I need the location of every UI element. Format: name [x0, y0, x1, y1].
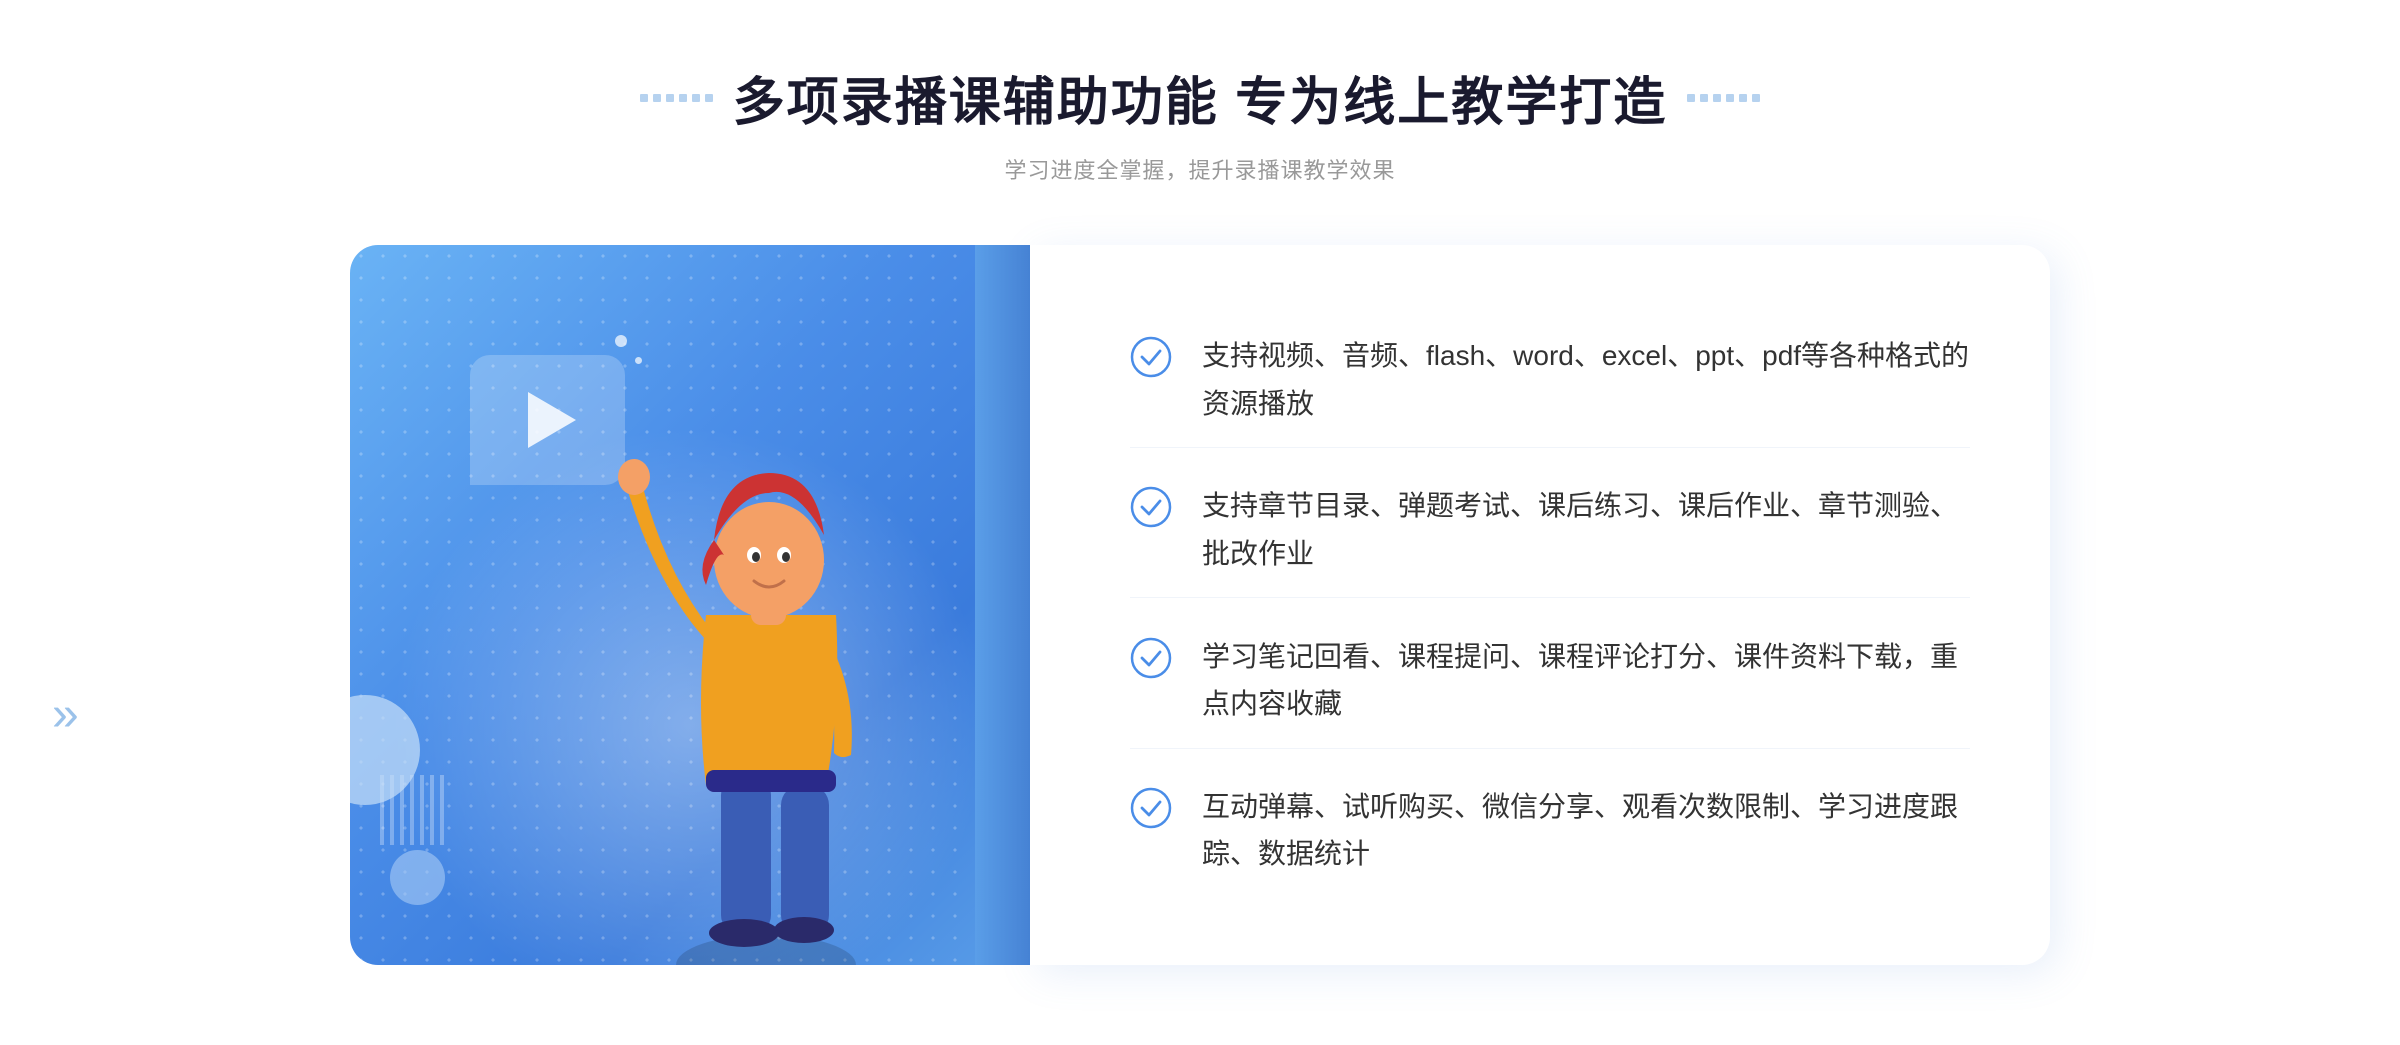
- check-icon-2: [1130, 486, 1172, 528]
- person-figure: [576, 385, 956, 965]
- feature-text-3: 学习笔记回看、课程提问、课程评论打分、课件资料下载，重点内容收藏: [1202, 633, 1970, 728]
- feature-item-3: 学习笔记回看、课程提问、课程评论打分、课件资料下载，重点内容收藏: [1130, 613, 1970, 749]
- check-icon-3: [1130, 637, 1172, 679]
- play-icon: [528, 392, 576, 448]
- bridge-piece: [975, 245, 1030, 965]
- title-dots-left: [640, 94, 713, 102]
- title-row: 多项录播课辅助功能 专为线上教学打造: [640, 60, 1760, 135]
- feature-text-1: 支持视频、音频、flash、word、excel、ppt、pdf等各种格式的资源…: [1202, 332, 1970, 427]
- feature-item-2: 支持章节目录、弹题考试、课后练习、课后作业、章节测验、批改作业: [1130, 462, 1970, 598]
- check-icon-4: [1130, 787, 1172, 829]
- page-subtitle: 学习进度全掌握，提升录播课教学效果: [1004, 153, 1395, 185]
- outer-chevron-icon: »: [52, 687, 79, 742]
- blue-circle-xs: [390, 850, 445, 905]
- page-wrapper: 多项录播课辅助功能 专为线上教学打造 学习进度全掌握，提升录播课教学效果: [0, 0, 2400, 1045]
- page-title: 多项录播课辅助功能 专为线上教学打造: [733, 60, 1667, 135]
- illustration-panel: [350, 245, 1030, 965]
- content-area: 支持视频、音频、flash、word、excel、ppt、pdf等各种格式的资源…: [350, 245, 2050, 965]
- title-dots-right: [1687, 94, 1760, 102]
- check-icon-1: [1130, 336, 1172, 378]
- feature-text-2: 支持章节目录、弹题考试、课后练习、课后作业、章节测验、批改作业: [1202, 482, 1970, 577]
- feature-item-1: 支持视频、音频、flash、word、excel、ppt、pdf等各种格式的资源…: [1130, 312, 1970, 448]
- sparkle-decoration: [615, 335, 642, 364]
- features-panel: 支持视频、音频、flash、word、excel、ppt、pdf等各种格式的资源…: [1030, 245, 2050, 965]
- header-section: 多项录播课辅助功能 专为线上教学打造 学习进度全掌握，提升录播课教学效果: [640, 60, 1760, 185]
- feature-text-4: 互动弹幕、试听购买、微信分享、观看次数限制、学习进度跟踪、数据统计: [1202, 783, 1970, 878]
- feature-item-4: 互动弹幕、试听购买、微信分享、观看次数限制、学习进度跟踪、数据统计: [1130, 763, 1970, 898]
